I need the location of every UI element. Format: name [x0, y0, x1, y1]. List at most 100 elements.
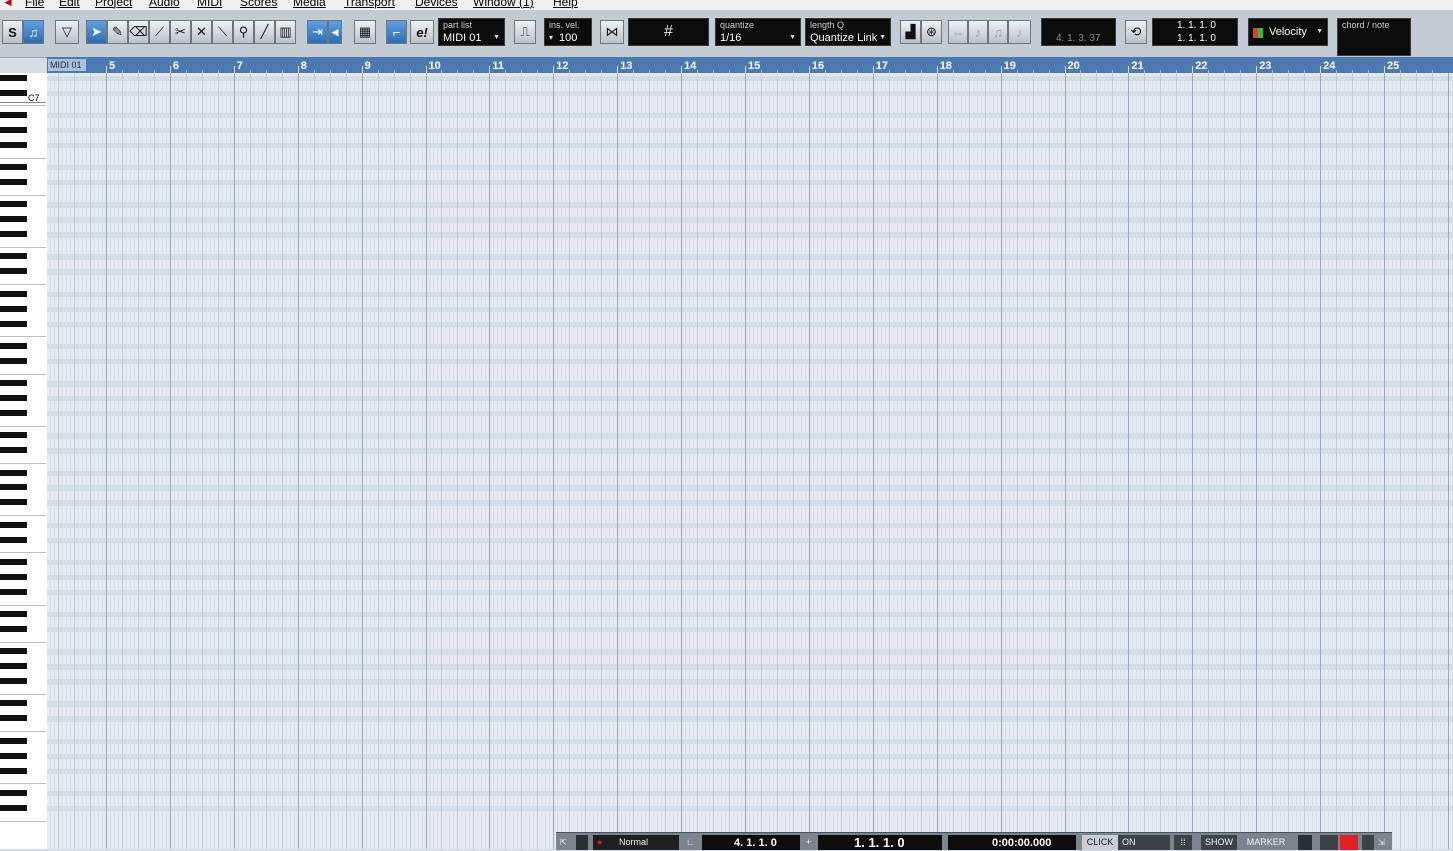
marker-handle-icon[interactable]	[1298, 835, 1312, 850]
piano-black-key[interactable]	[0, 201, 27, 208]
insert-velocity-field[interactable]: ins. vel. 100 ▾	[544, 18, 592, 46]
quantize-selector[interactable]: quantize 1/16 ▼	[715, 18, 801, 46]
piano-black-key[interactable]	[0, 804, 27, 811]
piano-black-key[interactable]	[0, 752, 27, 759]
edit-active-part-button[interactable]: ▦	[354, 20, 376, 44]
line-tool[interactable]: ╱	[254, 20, 275, 44]
menu-midi[interactable]: MIDI	[197, 0, 222, 9]
piano-black-key[interactable]	[0, 216, 27, 223]
piano-black-key[interactable]	[0, 380, 27, 387]
autoscroll-menu-button[interactable]: ◀	[328, 20, 342, 44]
piano-black-key[interactable]	[0, 89, 27, 96]
transport-time[interactable]: 0:00:00.000	[948, 835, 1076, 850]
piano-black-key[interactable]	[0, 253, 27, 260]
piano-black-key[interactable]	[0, 469, 27, 476]
erase-tool[interactable]: ⌫	[128, 20, 149, 44]
select-button[interactable]: ♫	[988, 20, 1008, 44]
solo-editor-button[interactable]: S	[2, 20, 23, 44]
piano-black-key[interactable]	[0, 573, 27, 580]
record-button[interactable]	[1340, 835, 1358, 850]
volume-handle-icon[interactable]	[1362, 835, 1374, 850]
piano-black-key[interactable]	[0, 625, 27, 632]
part-list-selector[interactable]: part list MIDI 01 ▼	[438, 18, 505, 46]
menu-project[interactable]: Project	[95, 0, 132, 9]
piano-black-key[interactable]	[0, 521, 27, 528]
piano-black-key[interactable]	[0, 484, 27, 491]
mute-tool[interactable]: ✕	[191, 20, 212, 44]
piano-black-key[interactable]	[0, 536, 27, 543]
midi-input-button[interactable]: ⊛	[921, 20, 942, 44]
piano-black-key[interactable]	[0, 648, 27, 655]
show-marker-button[interactable]: SHOW	[1201, 835, 1237, 850]
piano-black-key[interactable]	[0, 789, 27, 796]
trim-tool[interactable]: ⟋	[149, 20, 170, 44]
independent-track-loop-button[interactable]: ⟲	[1125, 20, 1147, 44]
piano-black-key[interactable]	[0, 700, 27, 707]
edit-in-place-button[interactable]: e!	[410, 20, 434, 44]
piano-black-key[interactable]	[0, 588, 27, 595]
piano-black-key[interactable]	[0, 678, 27, 685]
record-button-toolbar[interactable]: ♪	[1008, 20, 1031, 44]
piano-black-key[interactable]	[0, 663, 27, 670]
piano-black-key[interactable]	[0, 231, 27, 238]
click-label[interactable]: CLICK	[1082, 835, 1118, 850]
menu-audio[interactable]: Audio	[149, 0, 180, 9]
menu-media[interactable]: Media	[293, 0, 326, 9]
piano-black-key[interactable]	[0, 178, 27, 185]
glue-tool[interactable]: ⟍	[212, 20, 233, 44]
record-mode-selector[interactable]: ● Normal	[593, 835, 679, 850]
menu-edit[interactable]: Edit	[59, 0, 80, 9]
piano-black-key[interactable]	[0, 320, 27, 327]
timeline-ruler[interactable]: MIDI 01 5 6 7 8 9 10 11 12 13 14 15 16 17 18 19 20 21 22 2…	[47, 57, 1453, 74]
transport-position[interactable]: 1. 1. 1. 0	[818, 835, 942, 850]
piano-black-key[interactable]	[0, 499, 27, 506]
transport-left-locator[interactable]: 4. 1. 1. 0	[702, 835, 800, 850]
piano-black-key[interactable]	[0, 715, 27, 722]
show-info-button[interactable]: ▽	[55, 20, 79, 44]
locator-display[interactable]: 1. 1. 1. 0 1. 1. 1. 0	[1152, 18, 1238, 46]
menu-help[interactable]: Help	[553, 0, 578, 9]
split-tool[interactable]: ✂	[170, 20, 191, 44]
zoom-tool[interactable]: ⚲	[233, 20, 254, 44]
piano-black-key[interactable]	[0, 409, 27, 416]
tempo-icon[interactable]: ⁞⁞	[1174, 835, 1192, 850]
snap-button[interactable]: ⋈	[600, 20, 624, 44]
menu-file[interactable]: File	[25, 0, 44, 9]
insert-velocity-mode-button[interactable]: ⎍	[514, 20, 536, 44]
show-part-borders-button[interactable]: ⌐	[386, 20, 407, 44]
piano-black-key[interactable]	[0, 342, 27, 349]
piano-black-key[interactable]	[0, 164, 27, 171]
menu-devices[interactable]: Devices	[415, 0, 458, 9]
auto-scroll-button[interactable]: ⇥	[307, 20, 328, 44]
piano-black-key[interactable]	[0, 357, 27, 364]
time-warp-tool[interactable]: ▥	[275, 20, 296, 44]
loop-button[interactable]	[1320, 835, 1338, 850]
piano-black-key[interactable]	[0, 126, 27, 133]
piano-black-key[interactable]	[0, 737, 27, 744]
transport-expand-icon[interactable]: ⇲	[1378, 835, 1390, 850]
transport-handle-icon[interactable]	[576, 835, 588, 850]
piano-black-key[interactable]	[0, 558, 27, 565]
piano-keyboard[interactable]: C7C6C5C4C3C2C1C0C-1	[0, 73, 48, 849]
piano-black-key[interactable]	[0, 767, 27, 774]
object-selection-tool[interactable]: ➤	[86, 20, 107, 44]
step-input-button[interactable]: ▟	[900, 20, 921, 44]
piano-black-key[interactable]	[0, 74, 27, 81]
note-editing-grid[interactable]	[47, 73, 1453, 849]
piano-black-key[interactable]	[0, 432, 27, 439]
piano-black-key[interactable]	[0, 447, 27, 454]
snap-type-selector[interactable]: #	[628, 18, 709, 46]
piano-black-key[interactable]	[0, 395, 27, 401]
pitch-button[interactable]: ♪	[968, 20, 988, 44]
controller-lane-selector[interactable]: Velocity ▼	[1248, 18, 1328, 46]
draw-tool[interactable]: ✎	[107, 20, 128, 44]
piano-black-key[interactable]	[0, 290, 27, 297]
piano-black-key[interactable]	[0, 268, 27, 275]
acoustic-feedback-button[interactable]: ♫	[23, 20, 44, 44]
click-state[interactable]: ON	[1118, 835, 1170, 850]
piano-black-key[interactable]	[0, 611, 27, 618]
piano-black-key[interactable]	[0, 111, 27, 118]
menu-window[interactable]: Window (1)	[473, 0, 534, 9]
menu-scores[interactable]: Scores	[240, 0, 277, 9]
menu-transport[interactable]: Transport	[344, 0, 395, 9]
